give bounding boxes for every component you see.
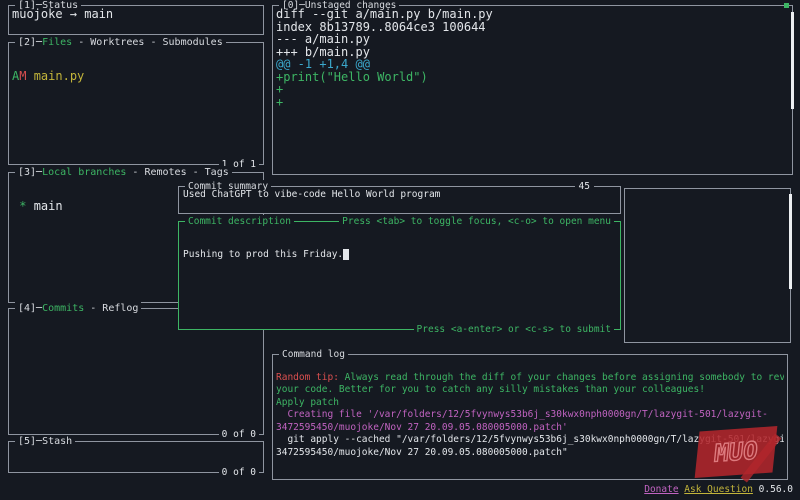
panel-stash-title: [5]─Stash bbox=[15, 435, 75, 448]
text-segment: Creating file '/var/folders/12/5fvynwys5… bbox=[276, 409, 768, 420]
commit-summary-dialog[interactable]: Commit summary 45 Used ChatGPT to vibe-c… bbox=[178, 186, 621, 214]
text-segment: 3472595450/muojoke/Nov 27 20.09.05.08000… bbox=[276, 447, 568, 458]
text-segment: main bbox=[34, 199, 63, 213]
commit-description-text: Pushing to prod this Friday. bbox=[183, 249, 617, 262]
terminal-line: + bbox=[276, 83, 789, 96]
commits-counter: 0 of 0 bbox=[219, 428, 259, 441]
text-segment: 3472595450/muojoke/Nov 27 20.09.05.08000… bbox=[276, 422, 568, 433]
text-segment: Apply patch bbox=[276, 397, 339, 408]
panel-unstaged-changes[interactable]: [0]─Unstaged changes diff --git a/main.p… bbox=[272, 5, 793, 175]
panel-stash[interactable]: [5]─Stash 0 of 0 bbox=[8, 441, 264, 473]
text-segment: +print("Hello World") bbox=[276, 70, 428, 84]
panel-files[interactable]: [2]─Files - Worktrees - Submodules AM ma… bbox=[8, 42, 264, 165]
panel-commits-title: [4]─Commits - Reflog bbox=[15, 302, 141, 315]
text-segment: Commits bbox=[42, 303, 84, 314]
text-segment: - Reflog bbox=[84, 303, 138, 314]
text-segment: main.py bbox=[26, 69, 84, 83]
terminal-line: +print("Hello World") bbox=[276, 71, 789, 84]
terminal-line: Random tip: Always read through the diff… bbox=[276, 372, 784, 385]
terminal-line bbox=[276, 359, 784, 372]
commit-description-dialog[interactable]: Commit description Press <tab> to toggle… bbox=[178, 221, 621, 330]
text-segment: Always read through the diff of your cha… bbox=[345, 372, 784, 383]
text-segment: * bbox=[19, 199, 33, 213]
donate-link[interactable]: Donate bbox=[644, 484, 678, 495]
text-segment: + bbox=[276, 95, 283, 109]
text-segment: Random tip: bbox=[276, 372, 345, 383]
text-segment bbox=[343, 249, 349, 260]
lazygit-terminal: { "colors": { "bg": "#151921", "border":… bbox=[0, 0, 800, 500]
terminal-line: your code. Better for you to catch any s… bbox=[276, 384, 784, 397]
panel-status[interactable]: [1]─Status muojoke → main bbox=[8, 5, 264, 35]
submit-hint: Press <a-enter> or <c-s> to submit bbox=[414, 323, 614, 336]
file-row[interactable]: AM main.py bbox=[12, 70, 260, 83]
ask-question-link[interactable]: Ask Question bbox=[684, 484, 753, 495]
version-label: 0.56.0 bbox=[759, 484, 793, 495]
muo-watermark: MUO bbox=[695, 426, 778, 478]
terminal-line: Apply patch bbox=[276, 397, 784, 410]
main-scrollbar[interactable] bbox=[789, 194, 792, 289]
status-bar: Donate Ask Question 0.56.0 bbox=[644, 483, 793, 496]
text-segment: your code. Better for you to catch any s… bbox=[276, 384, 705, 395]
terminal-line: + bbox=[276, 96, 789, 109]
stash-counter: 0 of 0 bbox=[219, 466, 259, 479]
svg-text:MUO: MUO bbox=[713, 437, 759, 468]
commit-description-input[interactable]: Pushing to prod this Friday. bbox=[183, 224, 617, 327]
muo-watermark-logo: MUO bbox=[699, 432, 772, 471]
commit-summary-input[interactable]: Used ChatGPT to vibe-code Hello World pr… bbox=[183, 189, 617, 211]
status-content: muojoke → main bbox=[12, 8, 260, 32]
text-segment: [4]─ bbox=[18, 303, 42, 314]
panel-main-background[interactable] bbox=[624, 188, 791, 343]
terminal-line: Creating file '/var/folders/12/5fvynwys5… bbox=[276, 409, 784, 422]
diff-scrollbar[interactable] bbox=[791, 12, 794, 109]
diff-view: diff --git a/main.py b/main.pyindex 8b13… bbox=[276, 8, 789, 172]
text-segment: Pushing to prod this Friday. bbox=[183, 249, 343, 260]
